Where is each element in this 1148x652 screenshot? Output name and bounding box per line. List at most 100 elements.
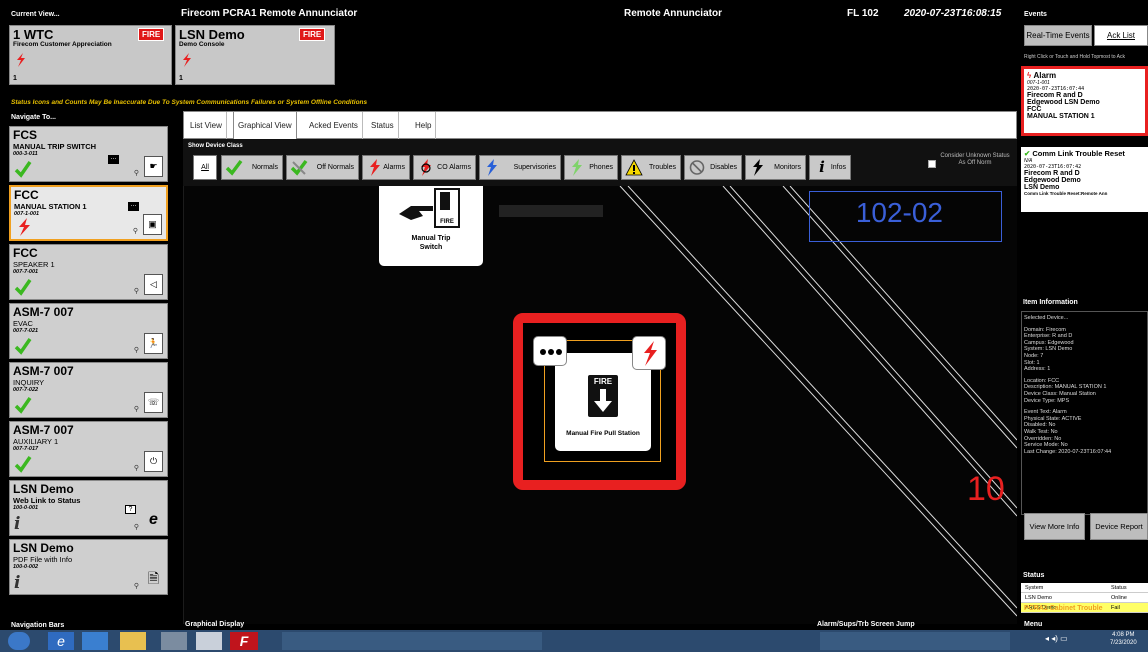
status-row[interactable]: LSN Demo Online	[1021, 593, 1148, 603]
media-player-icon[interactable]	[82, 632, 108, 650]
nav-item-address: 007-7-022	[13, 387, 39, 393]
manual-trip-switch-device[interactable]: FIRE Manual Trip Switch	[379, 186, 483, 266]
summary-card-lsn-demo[interactable]: LSN Demo FIRE Demo Console 1	[175, 25, 335, 85]
filter-disables-button[interactable]: Disables	[684, 155, 742, 180]
filter-alarms-button[interactable]: Alarms	[362, 155, 410, 180]
event-card-alarm[interactable]: ϟ Alarm 007-1-001 2020-07-23T16:07:44 Fi…	[1021, 66, 1148, 136]
app-icon[interactable]	[161, 632, 187, 650]
more-icon[interactable]: ...	[128, 201, 139, 211]
nav-item-title: FCS	[13, 128, 37, 142]
info-icon: i	[819, 158, 825, 176]
filter-label: Monitors	[774, 164, 801, 171]
info-line: Disabled: No	[1024, 422, 1056, 429]
filter-label: Off Normals	[316, 164, 354, 171]
event-line: LSN Demo	[1024, 184, 1060, 191]
nav-item-address: 007-7-001	[13, 269, 39, 275]
browser-icon[interactable]: e	[48, 632, 74, 650]
nav-item[interactable]: LSN Demo PDF File with Info 100-0-002 i …	[9, 539, 168, 595]
info-icon: i	[14, 573, 21, 593]
nav-item-desc: EVAC	[13, 319, 33, 328]
filter-co-alarms-button[interactable]: CO Alarms	[413, 155, 476, 180]
filter-infos-button[interactable]: i Infos	[809, 155, 851, 180]
filter-label: Infos	[830, 164, 846, 171]
nav-item[interactable]: ASM-7 007 EVAC 007-7-021 ⚲ 🏃	[9, 303, 168, 359]
nav-item-desc: INQUIRY	[13, 378, 45, 387]
tab-status[interactable]: Status	[367, 112, 399, 140]
paint-icon[interactable]	[196, 632, 222, 650]
view-more-info-button[interactable]: View More Info	[1024, 513, 1085, 540]
more-icon[interactable]: ...	[108, 154, 119, 164]
event-card-trouble-reset[interactable]: ✔ Comm Link Trouble Reset N/A 2020-07-23…	[1021, 147, 1148, 212]
status-warning: Status Icons and Counts May Be Inaccurat…	[11, 99, 368, 106]
info-line: Device Class: Manual Station	[1024, 390, 1096, 397]
alarm-icon	[183, 53, 191, 67]
pull-station-icon: ▣	[143, 214, 162, 235]
pull-station-label: Manual Fire Pull Station	[566, 430, 640, 437]
phone-icon	[572, 159, 582, 176]
filter-off-normals-button[interactable]: Off Normals	[286, 155, 359, 180]
supervisory-icon	[487, 159, 497, 176]
windows-taskbar: e F ◂ ◂) ▭ 4:08 PM 7/23/2020	[0, 630, 1148, 652]
alarm-highlight-frame[interactable]: FIRE Manual Fire Pull Station	[513, 313, 686, 490]
taskbar-buttons[interactable]	[282, 632, 542, 650]
nav-item[interactable]: LSN Demo Web Link to Status 100-0-001 i …	[9, 480, 168, 536]
nav-item[interactable]: ASM-7 007 AUXILIARY 1 007-7-017 ⚲ ⏻	[9, 421, 168, 477]
tray-icons[interactable]: ◂ ◂) ▭	[1045, 634, 1068, 643]
event-line: Edgewood LSN Demo	[1027, 99, 1100, 106]
nav-item-address: 000-3-011	[13, 151, 38, 157]
info-line: Service Mode: No	[1024, 442, 1068, 449]
nav-item-desc: Web Link to Status	[13, 496, 81, 505]
clock[interactable]: 4:08 PM 7/23/2020	[1110, 631, 1137, 647]
status-label: Status	[1023, 572, 1045, 579]
tab-graphical-view[interactable]: Graphical View	[233, 112, 297, 140]
ack-list-button[interactable]: Ack List	[1094, 25, 1148, 46]
fire-text: FIRE	[593, 377, 613, 386]
tab-acked-events[interactable]: Acked Events	[305, 112, 363, 140]
filter-troubles-button[interactable]: Troubles	[621, 155, 681, 180]
nav-item[interactable]: FCS MANUAL TRIP SWITCH 000-3-011 ... ⚲ ☛	[9, 126, 168, 182]
nav-item[interactable]: ASM-7 007 INQUIRY 007-7-022 ⚲ ☏	[9, 362, 168, 418]
summary-card-1wtc[interactable]: 1 WTC FIRE Firecom Customer Appreciation…	[9, 25, 172, 85]
summary-count: 1	[179, 75, 183, 82]
consider-unknown-label: Consider Unknown Status As Off Norm	[940, 153, 1010, 166]
status-value: Fail	[1111, 605, 1120, 611]
filter-monitors-button[interactable]: Monitors	[745, 155, 806, 180]
location-icon: ⚲	[133, 347, 139, 354]
pointing-hand-icon	[399, 206, 433, 220]
event-line: MANUAL STATION 1	[1027, 113, 1095, 120]
filter-phones-button[interactable]: Phones	[564, 155, 618, 180]
filter-all-button[interactable]: All	[193, 155, 217, 180]
info-line: Enterprise: R and D	[1024, 333, 1073, 340]
off-normal-icon	[290, 159, 308, 176]
nav-item-address: 100-0-002	[13, 564, 39, 570]
firecom-app-icon[interactable]: F	[230, 632, 258, 650]
nav-item-desc: SPEAKER 1	[13, 260, 55, 269]
folder-icon[interactable]	[120, 632, 146, 650]
start-icon[interactable]	[8, 632, 30, 650]
location-icon: ⚲	[133, 583, 139, 590]
nav-item-title: ASM-7 007	[13, 364, 74, 378]
filter-label: Supervisories	[513, 164, 556, 171]
app-title: Firecom PCRA1 Remote Annunciator	[181, 8, 358, 19]
event-type: ϟ Alarm	[1027, 71, 1057, 80]
nav-item[interactable]: FCC SPEAKER 1 007-7-001 ⚲ ◁	[9, 244, 168, 300]
filter-normals-button[interactable]: Normals	[221, 155, 283, 180]
nav-item-selected[interactable]: FCC MANUAL STATION 1 007-1-001 ... ⚲ ▣	[9, 185, 168, 241]
status-system: LSN Demo	[1025, 595, 1052, 601]
alarm-icon	[17, 53, 25, 67]
info-line: Device Type: MPS	[1024, 397, 1070, 404]
tab-list-view[interactable]: List View	[186, 112, 227, 140]
taskbar-buttons-right[interactable]	[820, 632, 1010, 650]
auxiliary-icon: ⏻	[144, 451, 163, 472]
more-options-icon[interactable]	[533, 336, 567, 366]
clock-date: 7/23/2020	[1110, 640, 1137, 646]
tab-help[interactable]: Help	[411, 112, 437, 140]
device-report-button[interactable]: Device Report	[1090, 513, 1148, 540]
nav-item-desc: PDF File with Info	[13, 555, 73, 564]
filter-supervisories-button[interactable]: Supervisories	[479, 155, 561, 180]
info-line: Node: 7	[1024, 352, 1044, 359]
current-view-label: Current View...	[11, 11, 60, 18]
realtime-events-button[interactable]: Real-Time Events	[1024, 25, 1092, 46]
consider-unknown-checkbox[interactable]	[928, 160, 936, 168]
graphical-display[interactable]: 102-02 10 FIRE Manual Trip Switch FIRE M…	[183, 186, 1017, 624]
